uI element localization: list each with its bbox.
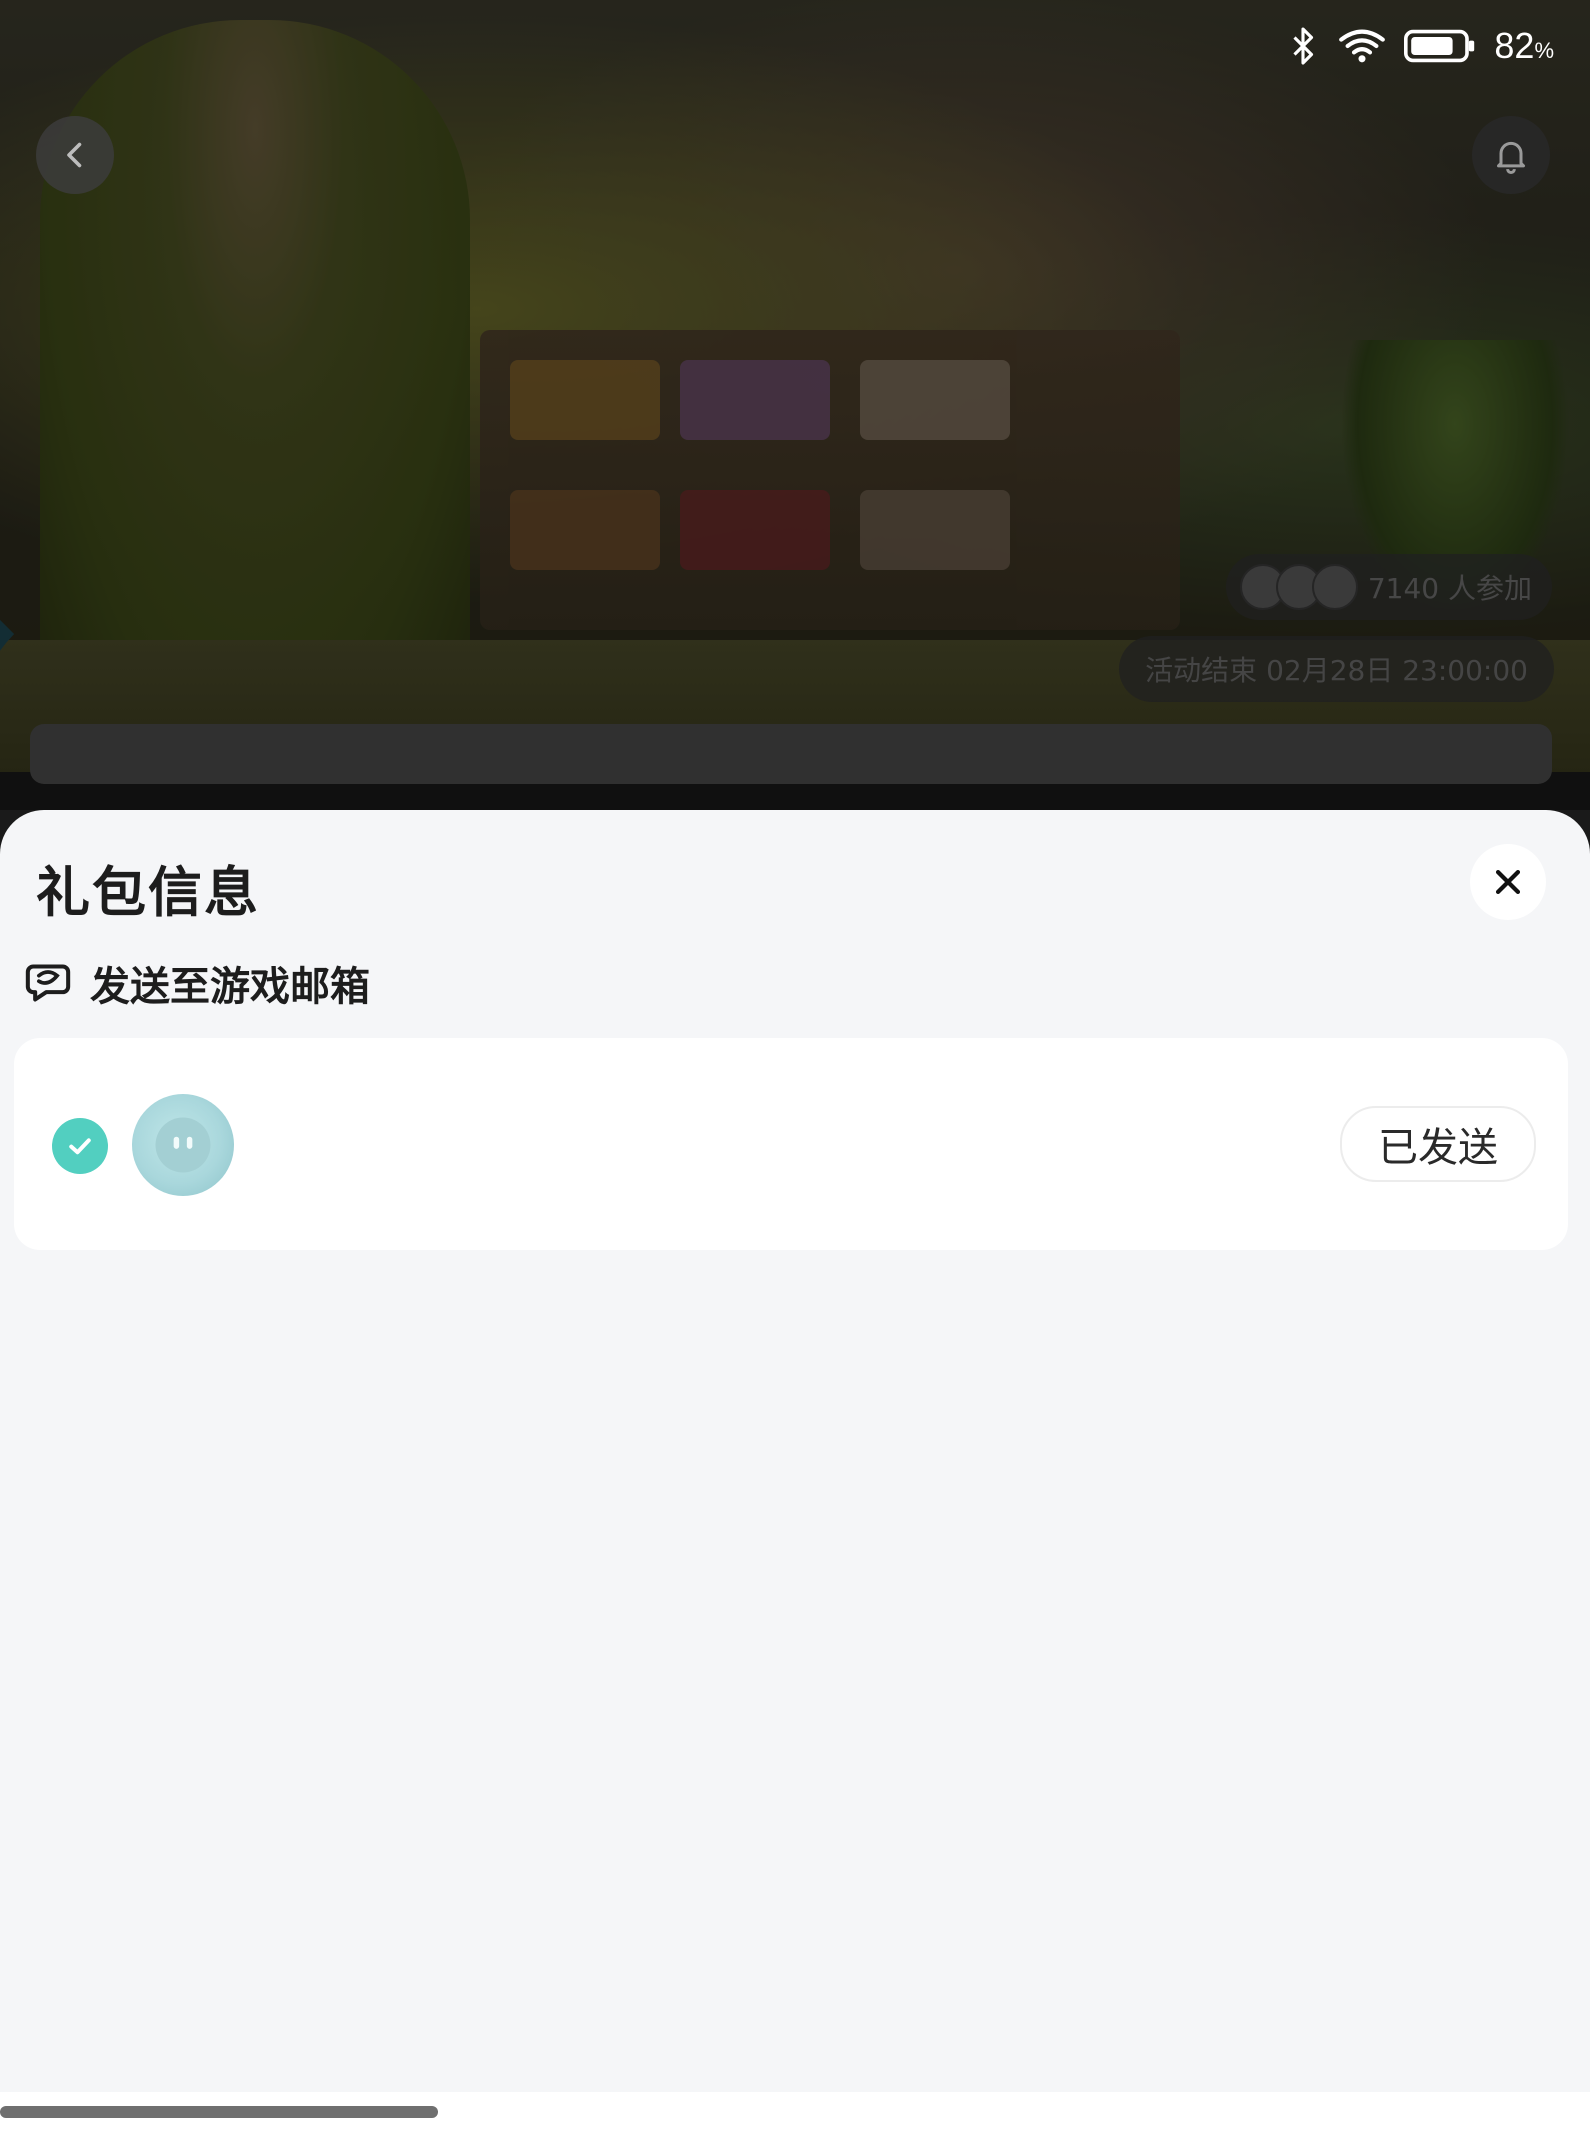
game-account-card[interactable]: 已发送	[14, 1038, 1568, 1250]
mailbox-message-icon	[25, 964, 71, 1002]
close-icon	[1495, 869, 1521, 895]
sheet-title: 礼包信息	[36, 861, 260, 924]
battery-icon	[1404, 29, 1475, 63]
send-to-mailbox-label: 发送至游戏邮箱	[24, 954, 370, 1012]
home-indicator[interactable]	[0, 2106, 438, 2118]
bell-icon	[1497, 141, 1525, 174]
bluetooth-icon	[1293, 27, 1314, 65]
battery-percent: 82%	[1494, 25, 1554, 66]
checkmark-icon	[69, 1138, 91, 1155]
section-label-text: 发送至游戏邮箱	[90, 964, 370, 1010]
close-button[interactable]	[1470, 844, 1546, 920]
status-bar: 82%	[1286, 18, 1554, 74]
game-avatar	[132, 1094, 234, 1196]
default-avatar-face-icon	[155, 1117, 211, 1173]
notification-button[interactable]	[1472, 116, 1550, 194]
selected-check-icon[interactable]	[52, 1118, 108, 1174]
chevron-left-icon	[67, 142, 82, 168]
wifi-icon	[1339, 29, 1386, 63]
gift-info-sheet: 礼包信息 发送至游戏邮箱 已发送	[0, 810, 1590, 2136]
back-button[interactable]	[36, 116, 114, 194]
modal-scrim[interactable]	[0, 0, 1590, 810]
sent-status-button[interactable]: 已发送	[1340, 1106, 1536, 1182]
